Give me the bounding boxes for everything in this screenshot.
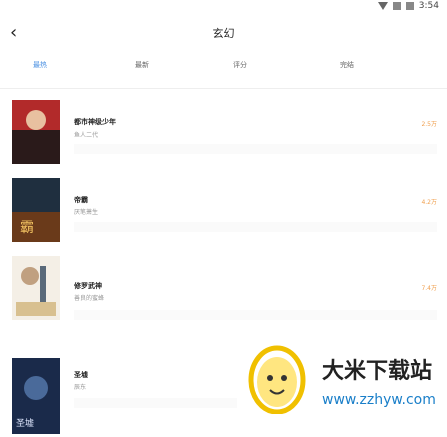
book-title: 修罗武神 [74, 282, 102, 290]
book-author: 鱼人二代 [74, 132, 99, 139]
book-count: 2.5万 [421, 121, 437, 128]
book-description [74, 222, 437, 232]
list-item[interactable]: 都市神级少年 鱼人二代 2.5万 [0, 100, 447, 164]
status-bar: 3:54 [0, 0, 447, 14]
book-author: 善良的蜜蜂 [74, 295, 105, 302]
book-description [74, 310, 437, 320]
watermark-brand: 大米下载站 [322, 359, 433, 384]
book-cover: 圣墟 [12, 358, 60, 434]
tab-rating[interactable]: 评分 [233, 60, 247, 70]
book-cover [12, 256, 60, 320]
tab-finished[interactable]: 完结 [340, 60, 354, 70]
category-tabs: 最热 最新 评分 完结 [0, 60, 447, 78]
svg-text:霸: 霸 [20, 220, 34, 236]
book-description [74, 398, 237, 408]
book-count: 4.2万 [421, 199, 437, 206]
egg-mascot-logo [248, 345, 306, 414]
top-navigation: ‹ 玄幻 [0, 22, 447, 48]
book-description [74, 144, 437, 154]
book-title: 都市神级少年 [74, 118, 116, 126]
battery-icon [405, 2, 414, 10]
book-count: 7.4万 [421, 285, 437, 292]
book-title: 圣墟 [74, 371, 88, 379]
list-item[interactable]: 修罗武神 善良的蜜蜂 7.4万 [0, 256, 447, 320]
page-title: 玄幻 [212, 27, 235, 40]
tab-divider [0, 88, 447, 89]
tab-new[interactable]: 最新 [135, 60, 149, 70]
book-cover [12, 100, 60, 164]
book-author: 辰东 [74, 384, 87, 391]
sim-icon [392, 2, 401, 10]
tab-hot[interactable]: 最热 [33, 60, 47, 70]
status-time: 3:54 [418, 1, 439, 11]
book-title: 帝霸 [74, 196, 88, 204]
book-cover: 霸 [12, 178, 60, 242]
watermark-url: www.zzhyw.com [322, 392, 436, 408]
wifi-icon [377, 2, 388, 10]
svg-text:圣墟: 圣墟 [16, 417, 34, 429]
list-item[interactable]: 霸 帝霸 厌笔萧生 4.2万 [0, 178, 447, 242]
book-author: 厌笔萧生 [74, 209, 99, 216]
